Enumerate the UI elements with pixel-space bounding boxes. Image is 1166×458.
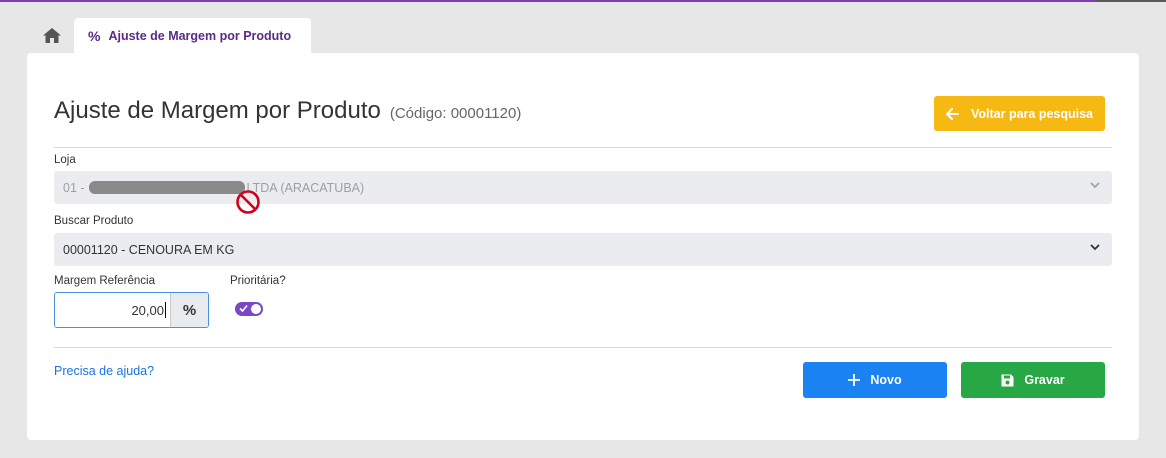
save-button-label: Gravar	[1024, 373, 1065, 387]
prioritaria-label: Prioritária?	[230, 275, 286, 287]
back-button-label: Voltar para pesquisa	[970, 106, 1094, 121]
margem-label: Margem Referência	[54, 275, 155, 287]
page-title: Ajuste de Margem por Produto	[54, 97, 381, 124]
text-caret	[165, 302, 166, 318]
produto-label: Buscar Produto	[54, 215, 134, 227]
margem-input-group: 20,00 %	[54, 292, 209, 328]
title-row: Ajuste de Margem por Produto (Código: 00…	[54, 97, 521, 125]
product-code: (Código: 00001120)	[389, 105, 522, 122]
loja-suffix: LTDA (ARACATUBA)	[246, 180, 365, 195]
loja-prefix: 01 -	[63, 180, 85, 195]
margem-value: 20,00	[131, 302, 164, 318]
save-button[interactable]: Gravar	[961, 362, 1105, 398]
top-accent-bar	[0, 0, 1166, 2]
help-link[interactable]: Precisa de ajuda?	[54, 364, 154, 378]
tab-ajuste-margem[interactable]: % Ajuste de Margem por Produto	[74, 18, 312, 53]
back-to-search-button[interactable]: Voltar para pesquisa	[934, 96, 1105, 131]
check-icon	[239, 304, 248, 313]
loja-select[interactable]: 01 - LTDA (ARACATUBA)	[54, 171, 1112, 204]
redacted-store-name	[88, 181, 245, 194]
tab-label: Ajuste de Margem por Produto	[108, 28, 292, 43]
produto-value: 00001120 - CENOURA EM KG	[63, 242, 235, 257]
arrow-left-icon	[945, 107, 959, 120]
loja-label: Loja	[54, 154, 76, 166]
home-icon	[43, 28, 61, 43]
chevron-down-icon	[1090, 182, 1100, 189]
main-card: Ajuste de Margem por Produto (Código: 00…	[27, 53, 1139, 440]
footer-divider	[54, 347, 1112, 348]
new-button-label: Novo	[870, 373, 902, 387]
new-button[interactable]: Novo	[803, 362, 947, 398]
produto-select[interactable]: 00001120 - CENOURA EM KG	[54, 233, 1112, 266]
chevron-down-icon	[1090, 244, 1100, 251]
top-accent-bar-end	[1096, 0, 1166, 2]
tab-home[interactable]	[30, 18, 74, 53]
tab-bar: % Ajuste de Margem por Produto	[30, 18, 312, 53]
margem-input[interactable]: 20,00	[55, 293, 170, 327]
toggle-knob	[251, 304, 261, 314]
floppy-disk-icon	[1001, 374, 1014, 386]
plus-icon	[848, 374, 861, 386]
header-divider	[54, 147, 1112, 148]
percent-icon: %	[88, 27, 101, 44]
prioritaria-toggle[interactable]	[235, 302, 263, 316]
percent-addon: %	[170, 293, 208, 327]
not-allowed-cursor-icon	[236, 190, 260, 214]
